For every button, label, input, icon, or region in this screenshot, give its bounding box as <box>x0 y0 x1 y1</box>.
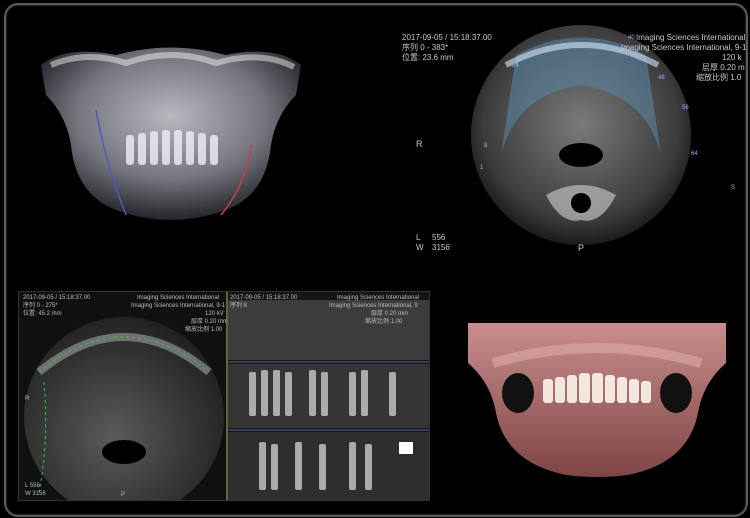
axial-manufacturer-1: Imaging Sciences International <box>636 33 746 42</box>
axial-orient-side: S <box>731 185 736 191</box>
axial-window-l-label: L <box>416 233 421 242</box>
panel-3d-render[interactable] <box>468 323 726 478</box>
axial-tick-1: 1 <box>480 165 484 171</box>
axial-thickness: 层厚 0.20 m <box>702 63 745 72</box>
panel-axial-slice[interactable]: 2017-09-05 / 15:18:37.00 序列 0 - 383* 位置:… <box>396 25 746 255</box>
axial-tick-56: 56 <box>682 105 689 111</box>
axial-tick-48: 48 <box>658 75 665 81</box>
mv-thickness: 层厚 0.20 mm <box>191 319 229 325</box>
mv-kv: 120 kV <box>205 311 224 317</box>
mv-orient-right: R <box>25 396 30 402</box>
render-skull-image <box>468 323 726 477</box>
axial-tick-24: 24 <box>512 63 519 69</box>
mv-mid-thickness: 层厚 0.20 mm <box>371 311 409 317</box>
mv-mid-manufacturer-2: Imaging Sciences International, 9 <box>329 303 418 309</box>
axial-window-l-value: 556 <box>432 233 446 242</box>
mv-window-w: W 3156 <box>25 491 46 497</box>
axial-window-w-label: W <box>416 243 424 252</box>
mv-sequence: 序列 0 - 275* <box>23 303 58 309</box>
axial-position: 位置: 23.6 mm <box>402 53 454 62</box>
axial-manufacturer-2: Imaging Sciences International, 9-1 <box>621 43 746 52</box>
axial-tick-8: 8 <box>484 143 488 149</box>
axial-kv: 120 k <box>722 53 742 62</box>
mv-mid-zoom: 缩放比例 1.00 <box>365 319 403 325</box>
mv-zoom: 缩放比例 1.00 <box>185 327 223 333</box>
axial-tick-64: 64 <box>691 151 698 157</box>
mv-mid-datetime: 2017-09-05 / 15:18:37.00 <box>230 295 298 301</box>
mv-position: 位置: 45.2 mm <box>23 311 62 317</box>
viewer-frame: 2017-09-05 / 15:18:37.00 序列 0 - 383* 位置:… <box>4 3 748 517</box>
panel-multiview[interactable]: 2017-09-05 / 15:18:37.00 序列 0 - 275* 位置:… <box>18 291 430 501</box>
xray-mandible-image <box>41 47 301 220</box>
axial-orient-posterior: P <box>578 243 585 253</box>
mv-manufacturer-2: Imaging Sciences International, 9-1 <box>131 303 226 309</box>
panel-3d-xray[interactable] <box>26 35 316 235</box>
axial-datetime: 2017-09-05 / 15:18:37.00 <box>402 33 492 42</box>
mv-orient-posterior: P <box>121 492 126 498</box>
axial-window-w-value: 3156 <box>432 243 450 252</box>
mv-mid-sequence: 序列 8 <box>230 303 248 309</box>
axial-sequence: 序列 0 - 383* <box>402 43 449 52</box>
mv-mid-manufacturer: Imaging Sciences International <box>337 295 420 301</box>
mv-window-l: L 556 <box>25 483 40 489</box>
mv-manufacturer: Imaging Sciences International <box>137 295 220 301</box>
mv-datetime: 2017-09-05 / 15:18:37.00 <box>23 295 91 301</box>
axial-orient-right: R <box>416 139 423 149</box>
axial-zoom: 缩放比例 1.0 <box>696 73 742 82</box>
axial-tick-40: 40 <box>628 35 635 41</box>
